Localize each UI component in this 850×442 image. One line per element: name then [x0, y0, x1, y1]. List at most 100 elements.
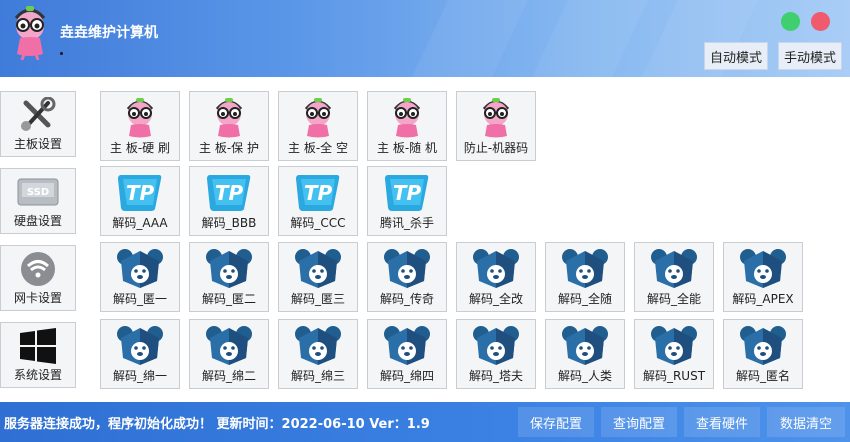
tile-label: 解码_绵四 — [379, 369, 434, 383]
tile-label: 解码_BBB — [201, 216, 257, 230]
clear-data-button[interactable]: 数据清空 — [767, 407, 845, 437]
bear-icon — [113, 323, 167, 367]
function-tile[interactable]: 解码_传奇 — [367, 242, 447, 312]
function-tile[interactable]: 主 板-随 机 — [367, 91, 447, 161]
function-tile[interactable]: 主 板-保 护 — [189, 91, 269, 161]
function-tile[interactable]: 解码_匿三 — [278, 242, 358, 312]
tp-icon: TP — [202, 170, 256, 214]
function-tile[interactable]: 解码_全随 — [545, 242, 625, 312]
mascot-icon — [291, 95, 345, 139]
bear-icon — [380, 323, 434, 367]
function-tile[interactable]: 解码_绵一 — [100, 319, 180, 389]
function-tile[interactable]: 解码_绵三 — [278, 319, 358, 389]
bear-icon — [291, 323, 345, 367]
bear-icon — [202, 323, 256, 367]
manual-mode-button[interactable]: 手动模式 — [778, 42, 842, 70]
sidebar-item-motherboard[interactable]: 主板设置 — [0, 91, 76, 157]
bear-icon — [647, 246, 701, 290]
function-tile[interactable]: 主 板-全 空 — [278, 91, 358, 161]
svg-text:TP: TP — [215, 181, 244, 205]
bear-icon — [558, 246, 612, 290]
function-tile[interactable]: TP 解码_AAA — [100, 166, 180, 236]
tile-label: 解码_绵二 — [201, 369, 256, 383]
tile-label: 解码_传奇 — [379, 292, 434, 306]
tp-icon: TP — [380, 170, 434, 214]
tile-label: 解码_APEX — [732, 292, 794, 306]
sidebar-item-label: 主板设置 — [13, 137, 62, 151]
tile-label: 解码_RUST — [642, 369, 706, 383]
function-tile[interactable]: TP 解码_BBB — [189, 166, 269, 236]
title-bar: 垚垚维护计算机 自动模式 手动模式 — [0, 0, 850, 77]
sidebar-item-label: 系统设置 — [13, 368, 62, 382]
app-logo-icon — [14, 6, 46, 60]
bear-icon — [736, 246, 790, 290]
tile-label: 解码_全随 — [557, 292, 612, 306]
svg-text:TP: TP — [393, 181, 422, 205]
minimize-button[interactable] — [781, 12, 800, 31]
bear-icon — [113, 246, 167, 290]
app-title: 垚垚维护计算机 — [60, 25, 158, 41]
function-tile[interactable]: TP 腾讯_杀手 — [367, 166, 447, 236]
title-dot — [60, 52, 63, 55]
function-tile[interactable]: 解码_匿名 — [723, 319, 803, 389]
bear-icon — [647, 323, 701, 367]
tile-label: 解码_CCC — [290, 216, 346, 230]
function-tile[interactable]: 解码_匿二 — [189, 242, 269, 312]
tile-label: 防止-机器码 — [463, 141, 529, 155]
tile-label: 解码_全改 — [468, 292, 523, 306]
tile-label: 主 板-全 空 — [288, 141, 348, 155]
tile-label: 解码_全能 — [646, 292, 701, 306]
tile-label: 主 板-硬 刷 — [110, 141, 170, 155]
sidebar-item-network[interactable]: 网卡设置 — [0, 245, 76, 311]
sidebar-item-disk[interactable]: SSD 硬盘设置 — [0, 168, 76, 234]
tile-label: 解码_绵一 — [112, 369, 167, 383]
sidebar-item-label: 硬盘设置 — [13, 214, 62, 228]
function-tile[interactable]: TP 解码_CCC — [278, 166, 358, 236]
bear-icon — [291, 246, 345, 290]
tile-label: 解码_匿名 — [735, 369, 790, 383]
function-tile[interactable]: 解码_匿一 — [100, 242, 180, 312]
function-tile[interactable]: 解码_绵四 — [367, 319, 447, 389]
function-tile[interactable]: 解码_全改 — [456, 242, 536, 312]
tp-icon: TP — [291, 170, 345, 214]
query-config-button[interactable]: 查询配置 — [601, 407, 677, 437]
tile-label: 解码_塔夫 — [468, 369, 523, 383]
sidebar-item-system[interactable]: 系统设置 — [0, 322, 76, 388]
mascot-icon — [380, 95, 434, 139]
mascot-icon — [469, 95, 523, 139]
tile-label: 主 板-随 机 — [377, 141, 437, 155]
svg-text:TP: TP — [126, 181, 155, 205]
tile-label: 解码_匿三 — [290, 292, 345, 306]
tools-icon — [16, 97, 60, 133]
tp-icon: TP — [113, 170, 167, 214]
tile-label: 解码_匿二 — [201, 292, 256, 306]
bear-icon — [736, 323, 790, 367]
mascot-icon — [113, 95, 167, 139]
save-config-button[interactable]: 保存配置 — [518, 407, 594, 437]
bear-icon — [558, 323, 612, 367]
function-tile[interactable]: 防止-机器码 — [456, 91, 536, 161]
status-bar: 服务器连接成功，程序初始化成功！ 更新时间：2022-06-10 Ver：1.9… — [0, 402, 850, 442]
tile-label: 主 板-保 护 — [199, 141, 259, 155]
tile-label: 解码_AAA — [112, 216, 168, 230]
ssd-icon: SSD — [16, 174, 60, 210]
function-tile[interactable]: 主 板-硬 刷 — [100, 91, 180, 161]
close-button[interactable] — [811, 12, 830, 31]
function-tile[interactable]: 解码_全能 — [634, 242, 714, 312]
function-tile[interactable]: 解码_人类 — [545, 319, 625, 389]
auto-mode-button[interactable]: 自动模式 — [704, 42, 768, 70]
function-tile[interactable]: 解码_绵二 — [189, 319, 269, 389]
mascot-icon — [202, 95, 256, 139]
windows-icon — [16, 328, 60, 364]
function-tile[interactable]: 解码_塔夫 — [456, 319, 536, 389]
tile-label: 解码_人类 — [557, 369, 612, 383]
bear-icon — [202, 246, 256, 290]
svg-text:SSD: SSD — [27, 187, 49, 198]
status-text: 服务器连接成功，程序初始化成功！ 更新时间：2022-06-10 Ver：1.9 — [4, 417, 430, 432]
tile-label: 腾讯_杀手 — [379, 216, 434, 230]
view-hardware-button[interactable]: 查看硬件 — [684, 407, 760, 437]
function-tile[interactable]: 解码_RUST — [634, 319, 714, 389]
bear-icon — [380, 246, 434, 290]
function-tile[interactable]: 解码_APEX — [723, 242, 803, 312]
header-decoration — [373, 0, 547, 77]
